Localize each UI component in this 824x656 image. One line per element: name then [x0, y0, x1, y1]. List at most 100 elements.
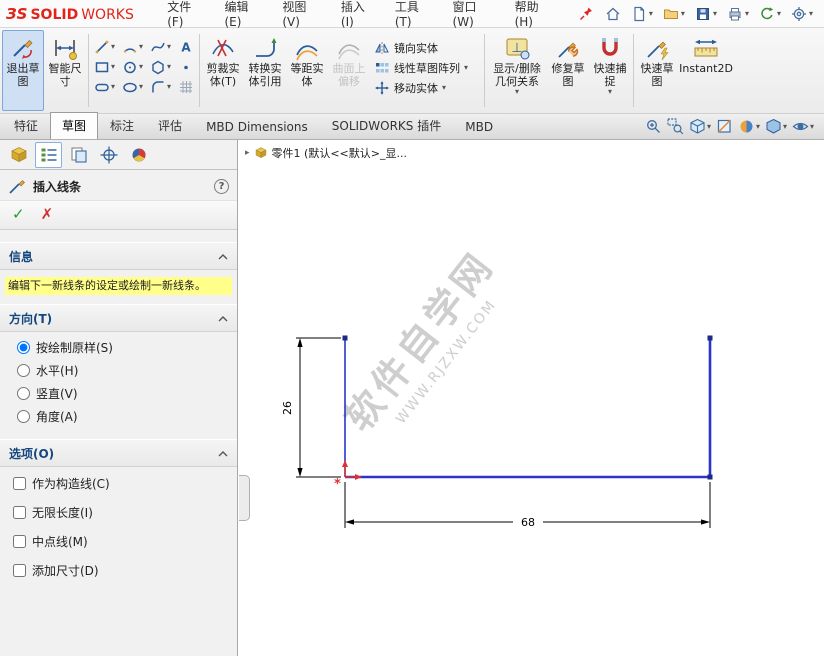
- tab-mbd-dimensions[interactable]: MBD Dimensions: [194, 115, 320, 139]
- move-entities-button[interactable]: 移动实体 ▾: [374, 80, 478, 96]
- dropdown-caret-icon[interactable]: ▾: [139, 43, 143, 51]
- surface-offset-button[interactable]: 曲面上偏移: [328, 30, 370, 111]
- dropdown-caret-icon[interactable]: ▾: [681, 10, 685, 18]
- infinite-length-checkbox[interactable]: [13, 506, 26, 519]
- dimension-vertical-value[interactable]: 26: [281, 401, 294, 415]
- repair-sketch-button[interactable]: 修复草图: [547, 30, 589, 111]
- zoom-fit-button[interactable]: [645, 118, 662, 135]
- chevron-up-icon[interactable]: [218, 316, 228, 322]
- rapid-sketch-button[interactable]: 快速草图: [636, 30, 678, 111]
- display-style-button[interactable]: ▾: [765, 118, 787, 135]
- line-tool-button[interactable]: ▾: [91, 37, 118, 57]
- chevron-up-icon[interactable]: [218, 254, 228, 260]
- endpoint-marker[interactable]: [708, 475, 713, 480]
- dropdown-caret-icon[interactable]: ▾: [777, 10, 781, 18]
- polygon-tool-button[interactable]: ▾: [147, 57, 174, 77]
- featuremanager-tab[interactable]: [5, 142, 32, 168]
- arc-tool-button[interactable]: ▾: [119, 37, 146, 57]
- hide-show-items-button[interactable]: ▾: [792, 118, 814, 135]
- section-view-button[interactable]: [716, 118, 733, 135]
- pin-menu-icon[interactable]: [578, 6, 594, 22]
- quick-snaps-button[interactable]: 快速捕捉 ▾: [589, 30, 631, 111]
- dropdown-caret-icon[interactable]: ▾: [713, 10, 717, 18]
- dimension-horizontal-value[interactable]: 68: [521, 516, 535, 529]
- offset-entities-button[interactable]: 等距实体: [286, 30, 328, 111]
- dropdown-caret-icon[interactable]: ▾: [809, 10, 813, 18]
- dropdown-caret-icon[interactable]: ▾: [608, 88, 612, 96]
- zoom-area-button[interactable]: [667, 118, 684, 135]
- text-tool-button[interactable]: A: [175, 37, 197, 57]
- options-gear-button[interactable]: ▾: [788, 3, 816, 25]
- chevron-up-icon[interactable]: [218, 451, 228, 457]
- ok-button[interactable]: ✓: [12, 205, 25, 223]
- smart-dimension-button[interactable]: 智能尺寸: [44, 30, 86, 111]
- panel-collapse-handle[interactable]: [239, 475, 250, 521]
- new-document-button[interactable]: ▾: [628, 3, 656, 25]
- dropdown-caret-icon[interactable]: ▾: [810, 123, 814, 131]
- dropdown-caret-icon[interactable]: ▾: [649, 10, 653, 18]
- propertymanager-tab[interactable]: [35, 142, 62, 168]
- save-button[interactable]: ▾: [692, 3, 720, 25]
- dropdown-caret-icon[interactable]: ▾: [783, 123, 787, 131]
- direction-section-header[interactable]: 方向(T): [0, 304, 237, 332]
- home-button[interactable]: [602, 3, 624, 25]
- dropdown-caret-icon[interactable]: ▾: [111, 43, 115, 51]
- dropdown-caret-icon[interactable]: ▾: [167, 43, 171, 51]
- dropdown-caret-icon[interactable]: ▾: [167, 83, 171, 91]
- convert-entities-button[interactable]: 转换实体引用: [244, 30, 286, 111]
- tab-evaluate[interactable]: 评估: [146, 112, 194, 139]
- help-icon[interactable]: ?: [214, 179, 229, 194]
- ellipse-tool-button[interactable]: ▾: [119, 77, 146, 97]
- tab-mbd[interactable]: MBD: [453, 115, 505, 139]
- dropdown-caret-icon[interactable]: ▾: [139, 63, 143, 71]
- point-tool-button[interactable]: [175, 57, 197, 77]
- graphics-area[interactable]: ▸ 零件1 (默认<<默认>_显... 软件自学网 WWW.RJZXW.COM …: [239, 140, 824, 656]
- dropdown-caret-icon[interactable]: ▾: [111, 63, 115, 71]
- linear-pattern-button[interactable]: 线性草图阵列 ▾: [374, 60, 478, 76]
- dimxpertmanager-tab[interactable]: [95, 142, 122, 168]
- configurationmanager-tab[interactable]: [65, 142, 92, 168]
- direction-vertical-radio[interactable]: [17, 387, 30, 400]
- appearance-button[interactable]: ▾: [738, 118, 760, 135]
- instant2d-button[interactable]: Instant2D: [678, 30, 734, 111]
- rebuild-button[interactable]: ▾: [756, 3, 784, 25]
- tab-solidworks-addins[interactable]: SOLIDWORKS 插件: [320, 112, 453, 139]
- dropdown-caret-icon[interactable]: ▾: [756, 123, 760, 131]
- trim-entities-button[interactable]: 剪裁实体(T): [202, 30, 244, 111]
- spline-tool-button[interactable]: ▾: [147, 37, 174, 57]
- dropdown-caret-icon[interactable]: ▾: [745, 10, 749, 18]
- displaymanager-tab[interactable]: [125, 142, 152, 168]
- dropdown-caret-icon[interactable]: ▾: [111, 83, 115, 91]
- print-button[interactable]: ▾: [724, 3, 752, 25]
- mirror-entities-button[interactable]: 镜向实体: [374, 40, 478, 56]
- dropdown-caret-icon[interactable]: ▾: [139, 83, 143, 91]
- options-section-header[interactable]: 选项(O): [0, 439, 237, 467]
- info-section-header[interactable]: 信息: [0, 242, 237, 270]
- dropdown-caret-icon[interactable]: ▾: [167, 63, 171, 71]
- expand-arrow-icon[interactable]: ▸: [245, 148, 250, 158]
- endpoint-marker[interactable]: [343, 336, 348, 341]
- display-delete-relations-button[interactable]: ⊥ 显示/删除几何关系 ▾: [487, 30, 547, 111]
- direction-angle-radio[interactable]: [17, 410, 30, 423]
- feature-tree-breadcrumb[interactable]: ▸ 零件1 (默认<<默认>_显...: [245, 145, 407, 161]
- fillet-tool-button[interactable]: ▾: [147, 77, 174, 97]
- dropdown-caret-icon[interactable]: ▾: [442, 84, 446, 92]
- tab-annotation[interactable]: 标注: [98, 112, 146, 139]
- tab-sketch[interactable]: 草图: [50, 112, 98, 139]
- view-orientation-button[interactable]: ▾: [689, 118, 711, 135]
- dimension-horizontal[interactable]: 68: [345, 482, 710, 530]
- circle-tool-button[interactable]: ▾: [119, 57, 146, 77]
- dropdown-caret-icon[interactable]: ▾: [707, 123, 711, 131]
- exit-sketch-button[interactable]: 退出草图: [2, 30, 44, 111]
- endpoint-marker[interactable]: [708, 336, 713, 341]
- cancel-button[interactable]: ✗: [41, 205, 54, 223]
- add-dimension-checkbox[interactable]: [13, 564, 26, 577]
- construction-line-checkbox[interactable]: [13, 477, 26, 490]
- sketch-canvas[interactable]: * 26 68: [239, 140, 824, 656]
- direction-horizontal-radio[interactable]: [17, 364, 30, 377]
- dropdown-caret-icon[interactable]: ▾: [464, 64, 468, 72]
- midpoint-line-checkbox[interactable]: [13, 535, 26, 548]
- sketch-grid-button[interactable]: [175, 77, 197, 97]
- rectangle-tool-button[interactable]: ▾: [91, 57, 118, 77]
- tab-features[interactable]: 特征: [2, 112, 50, 139]
